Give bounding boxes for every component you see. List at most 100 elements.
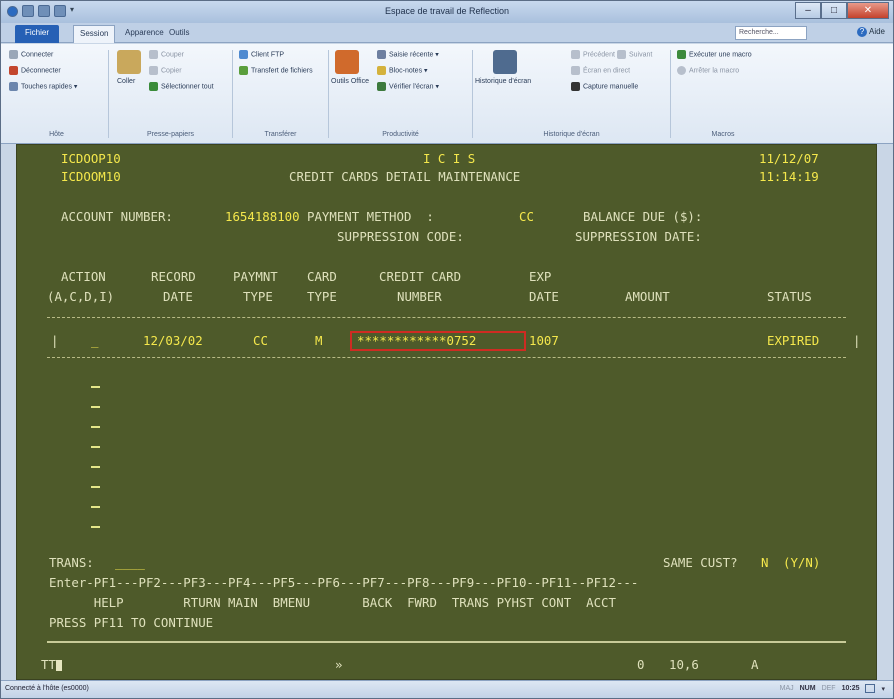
group-label-transfer: Transférer (264, 131, 297, 138)
cursor-block (55, 660, 62, 671)
stop-macro-button[interactable]: Arrêter la macro (677, 66, 739, 75)
tab-outils[interactable]: Outils (163, 25, 195, 43)
window-title: Espace de travail de Reflection (384, 6, 510, 16)
tab-file[interactable]: Fichier (15, 25, 60, 43)
scissors-icon (149, 50, 158, 59)
help-label: Aide (868, 27, 885, 36)
suppression-date-label: SUPPRESSION DATE: (575, 229, 702, 244)
card-number-highlight (350, 331, 526, 351)
check-screen-button[interactable]: Vérifier l'écran ▾ (377, 82, 439, 91)
col-record-header-2: DATE (163, 289, 193, 304)
cut-button[interactable]: Couper (149, 50, 184, 59)
live-screen-button[interactable]: Écran en direct (571, 66, 630, 75)
ribbon-tabs: Fichier Session Apparence Outils Recherc… (1, 23, 893, 43)
terminal-screen[interactable]: ICDOOP10 I C I S 11/12/07 ICDOOM10 CREDI… (16, 144, 877, 680)
clock: 10:25 (841, 685, 860, 692)
col-record-header: RECORD (151, 269, 196, 284)
select-all-button[interactable]: Sélectionner tout (149, 82, 214, 91)
program-id-2: ICDOOM10 (61, 169, 121, 184)
empty-action-field-7[interactable] (91, 506, 100, 508)
cursor-position: 10,6 (669, 657, 699, 672)
manual-capture-button[interactable]: Capture manuelle (571, 82, 638, 91)
group-clipboard: Coller Couper Copier Sélectionner tout P… (109, 50, 233, 138)
window-controls: – □ ✕ (795, 2, 889, 19)
trans-input[interactable]: ____ (115, 555, 145, 570)
previous-button[interactable]: Précédent (571, 50, 615, 59)
transfer-icon (239, 66, 248, 75)
search-input[interactable]: Recherche... (735, 26, 807, 40)
row-action-field[interactable]: _ (91, 333, 98, 348)
account-number-value: 1654188100 (225, 209, 300, 224)
connect-button[interactable]: Connecter (9, 50, 53, 59)
empty-action-field-6[interactable] (91, 486, 100, 488)
pf-key-line: Enter-PF1---PF2---PF3---PF4---PF5---PF6-… (49, 575, 639, 590)
group-host: Connecter Déconnecter Touches rapides ▾ … (5, 50, 109, 138)
group-label-clipboard: Presse-papiers (146, 131, 195, 138)
select-all-icon (149, 82, 158, 91)
group-transfer: Client FTP Transfert de fichiers Transfé… (233, 50, 329, 138)
empty-action-field-4[interactable] (91, 446, 100, 448)
oia-separator (47, 641, 846, 643)
empty-action-field-8[interactable] (91, 526, 100, 528)
col-paymnt-header: PAYMNT (233, 269, 278, 284)
col-card-header: CARD (307, 269, 337, 284)
group-label-screen-history: Historique d'écran (543, 131, 600, 138)
balance-due-label: BALANCE DUE ($): (583, 209, 703, 224)
close-button[interactable]: ✕ (847, 2, 889, 19)
ribbon: Connecter Déconnecter Touches rapides ▾ … (1, 44, 893, 144)
next-icon (617, 50, 626, 59)
help-button[interactable]: ? Aide (856, 27, 885, 37)
col-card-header-2: TYPE (307, 289, 337, 304)
run-macro-icon (677, 50, 686, 59)
screen-time: 11:14:19 (759, 169, 819, 184)
paste-icon (117, 50, 141, 74)
disconnect-icon (9, 66, 18, 75)
col-status-header: STATUS (767, 289, 812, 304)
row-card-type: M (315, 333, 323, 348)
minimize-button[interactable]: – (795, 2, 821, 19)
ftp-client-button[interactable]: Client FTP (239, 50, 284, 59)
hotkeys-button[interactable]: Touches rapides ▾ (9, 82, 77, 91)
same-cust-label: SAME CUST? (663, 555, 738, 570)
col-cc-header: CREDIT CARD (379, 269, 462, 284)
recent-typing-button[interactable]: Saisie récente ▾ (377, 50, 439, 59)
screen-history-button[interactable]: Historique d'écran (475, 78, 531, 85)
stop-macro-icon (677, 66, 686, 75)
office-tools-icon (335, 50, 359, 74)
file-transfer-button[interactable]: Transfert de fichiers (239, 66, 313, 75)
office-tools-button[interactable]: Outils Office (331, 78, 369, 85)
group-label-macros: Macros (711, 131, 735, 138)
same-cust-options: (Y/N) (783, 555, 821, 570)
tab-session[interactable]: Session (73, 25, 116, 43)
message-line: PRESS PF11 TO CONTINUE (49, 615, 214, 630)
screen-history-icon (493, 50, 517, 74)
oia-o: 0 (637, 657, 645, 672)
oia-indicator: » (335, 657, 343, 672)
copy-button[interactable]: Copier (149, 66, 182, 75)
layout-icon[interactable] (865, 684, 876, 693)
camera-icon (571, 82, 580, 91)
empty-action-field-2[interactable] (91, 406, 100, 408)
keyboard-icon (9, 82, 18, 91)
col-amount-header: AMOUNT (625, 289, 670, 304)
group-label-productivity: Productivité (382, 131, 419, 138)
paste-button[interactable]: Coller (117, 78, 135, 85)
next-button[interactable]: Suivant (617, 50, 652, 59)
notepad-icon (377, 66, 386, 75)
pf-key-labels: HELP RTURN MAIN BMENU BACK FWRD TRANS PY… (49, 595, 616, 610)
program-id-1: ICDOOP10 (61, 151, 121, 166)
notepad-button[interactable]: Bloc-notes ▾ (377, 66, 428, 75)
empty-action-field-3[interactable] (91, 426, 100, 428)
maximize-button[interactable]: □ (821, 2, 847, 19)
ftp-icon (239, 50, 248, 59)
app-name: I C I S (423, 151, 476, 166)
account-number-label: ACCOUNT NUMBER: (61, 209, 173, 224)
disconnect-button[interactable]: Déconnecter (9, 66, 61, 75)
empty-action-field-1[interactable] (91, 386, 100, 388)
empty-action-field-5[interactable] (91, 466, 100, 468)
same-cust-input[interactable]: N (761, 555, 768, 570)
connection-status: Connecté à l'hôte (es0000) (5, 685, 89, 692)
view-menu-icon[interactable]: ▾ (881, 685, 885, 693)
live-screen-icon (571, 66, 580, 75)
run-macro-button[interactable]: Exécuter une macro (677, 50, 752, 59)
